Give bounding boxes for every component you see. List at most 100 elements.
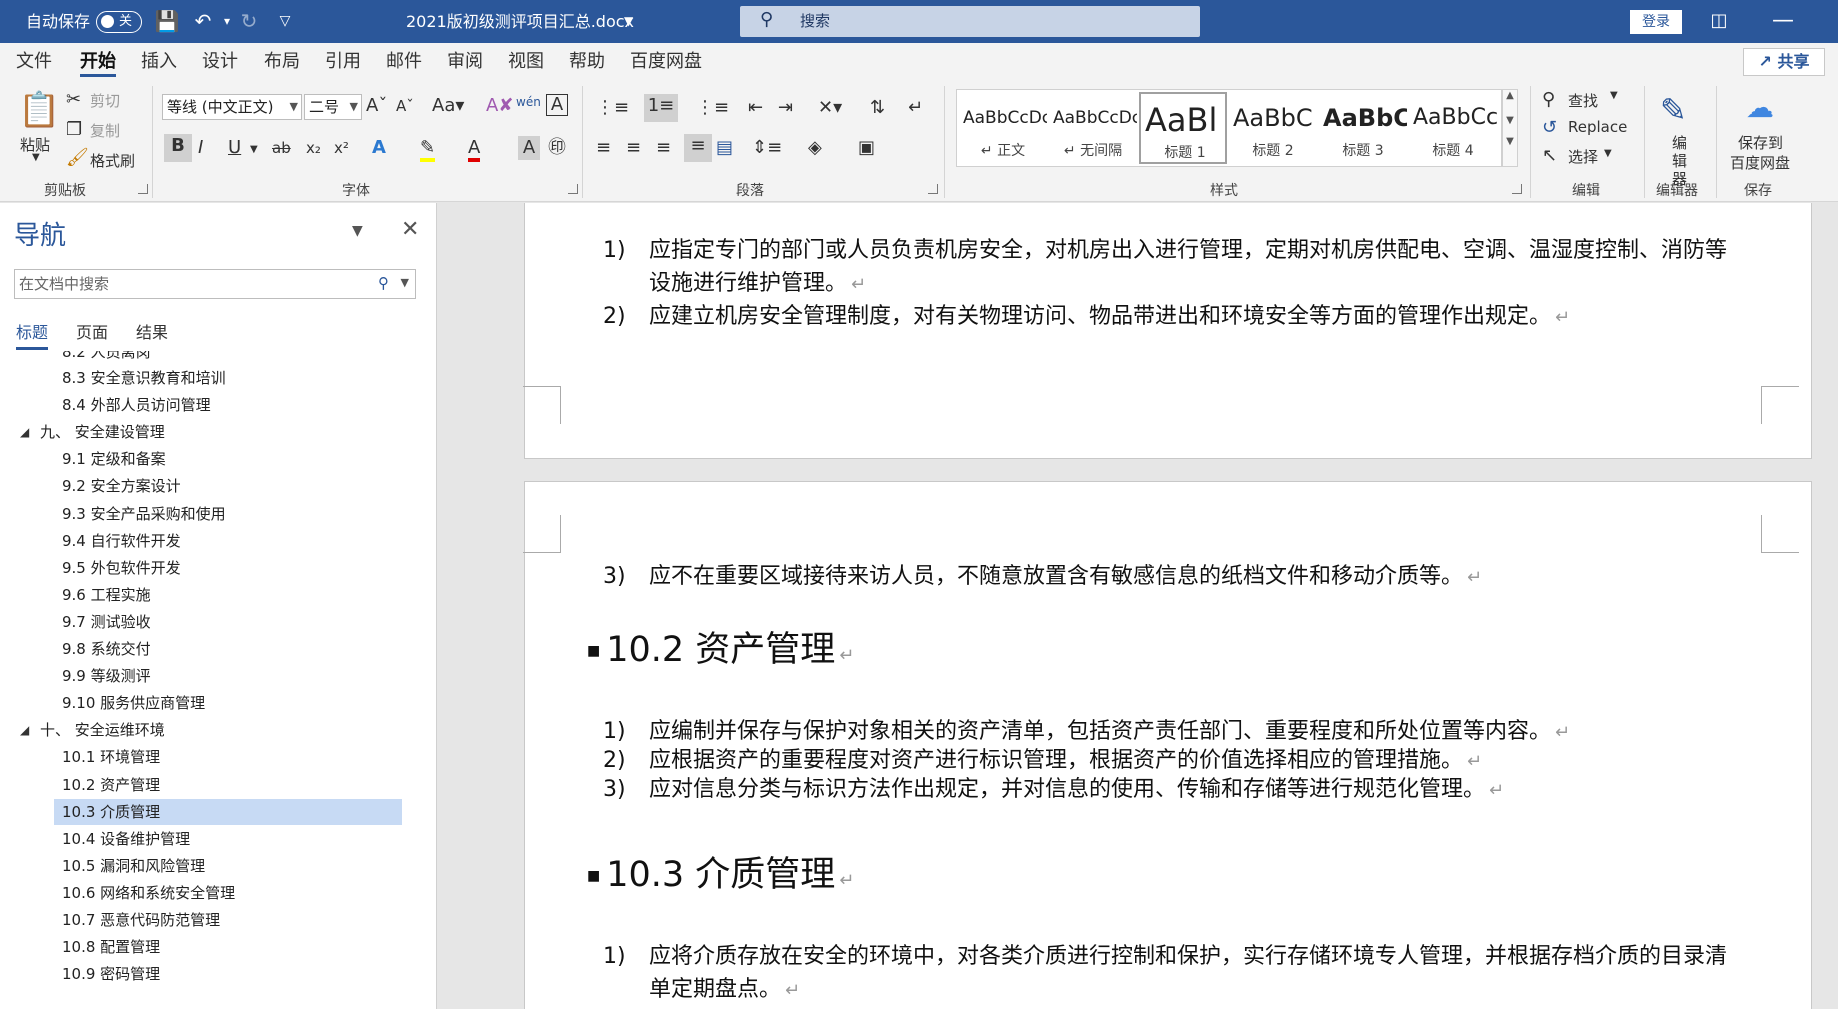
- nav-heading-level2[interactable]: 9.9 等级测评: [54, 663, 394, 689]
- replace-label[interactable]: Replace: [1568, 118, 1627, 136]
- nav-heading-level2[interactable]: 10.3 介质管理: [54, 798, 402, 825]
- scroll-down-icon[interactable]: ▼: [1503, 115, 1517, 126]
- editor-button[interactable]: ✎ 编辑器: [1652, 86, 1708, 188]
- style-heading-1[interactable]: AaBl 标题 1: [1139, 92, 1227, 164]
- increase-indent-icon[interactable]: ⇥: [778, 96, 793, 120]
- shrink-font-icon[interactable]: Aˇ: [396, 94, 414, 118]
- ribbon-display-icon[interactable]: ◫: [1706, 8, 1732, 34]
- highlight-icon[interactable]: ✎: [420, 136, 436, 162]
- bullets-icon[interactable]: ⋮≡: [596, 96, 629, 120]
- decrease-indent-icon[interactable]: ⇤: [748, 96, 763, 120]
- multilevel-list-icon[interactable]: ⋮≡: [696, 96, 729, 120]
- shading-icon[interactable]: ◈: [808, 136, 822, 160]
- select-label[interactable]: 选择: [1568, 146, 1598, 167]
- character-border-icon[interactable]: A: [546, 94, 568, 116]
- distributed-icon[interactable]: ▤: [716, 136, 733, 160]
- menu-insert[interactable]: 插入: [141, 43, 177, 80]
- chinese-layout-icon[interactable]: ✕▾: [818, 96, 842, 120]
- format-painter-label[interactable]: 格式刷: [90, 150, 135, 171]
- nav-heading-level1[interactable]: ◢ 十、 安全运维环境: [16, 717, 396, 743]
- nav-heading-level2[interactable]: 8.3 安全意识教育和培训: [54, 365, 394, 391]
- nav-heading-level2[interactable]: 10.8 配置管理: [54, 934, 394, 960]
- change-case-icon[interactable]: Aa▾: [432, 94, 464, 118]
- bold-icon[interactable]: B: [164, 134, 192, 162]
- menu-file[interactable]: 文件: [16, 43, 52, 80]
- nav-heading-level2[interactable]: 10.2 资产管理: [54, 772, 394, 798]
- tab-pages[interactable]: 页面: [76, 319, 108, 343]
- borders-icon[interactable]: ▣: [858, 136, 875, 160]
- numbering-icon[interactable]: 1≡: [644, 94, 678, 122]
- enclose-characters-icon[interactable]: ㊞: [548, 136, 566, 160]
- select-icon[interactable]: ↖: [1542, 144, 1557, 168]
- more-styles-icon[interactable]: ▼: [1503, 136, 1517, 147]
- style-normal[interactable]: AaBbCcDc ↵ 正文: [959, 92, 1047, 164]
- menu-mailings[interactable]: 邮件: [386, 43, 422, 80]
- find-dropdown-icon[interactable]: ▼: [1610, 90, 1618, 101]
- styles-scrollbar[interactable]: ▲ ▼ ▼: [1502, 89, 1518, 167]
- chevron-down-icon[interactable]: ▼: [401, 276, 409, 289]
- document-title[interactable]: 2021版初级测评项目汇总.docx: [406, 0, 634, 43]
- cut-icon[interactable]: ✂: [66, 88, 81, 112]
- align-left-icon[interactable]: ≡: [596, 136, 611, 160]
- copy-icon[interactable]: ❐: [66, 118, 82, 142]
- nav-heading-level2[interactable]: 9.5 外包软件开发: [54, 555, 394, 581]
- superscript-icon[interactable]: x²: [334, 136, 349, 160]
- sort-icon[interactable]: ⇅: [870, 96, 885, 120]
- nav-heading-level2[interactable]: 10.9 密码管理: [54, 961, 394, 987]
- underline-icon[interactable]: U: [228, 136, 241, 160]
- align-right-icon[interactable]: ≡: [656, 136, 671, 160]
- cut-label[interactable]: 剪切: [90, 90, 120, 111]
- search-icon[interactable]: ⚲: [378, 274, 389, 292]
- style-no-spacing[interactable]: AaBbCcDc ↵ 无间隔: [1049, 92, 1137, 164]
- phonetic-guide-icon[interactable]: wén: [516, 90, 541, 114]
- character-shading-icon[interactable]: A: [518, 136, 540, 160]
- find-label[interactable]: 查找: [1568, 90, 1598, 111]
- scroll-up-icon[interactable]: ▲: [1503, 90, 1517, 101]
- copy-label[interactable]: 复制: [90, 120, 120, 141]
- menu-layout[interactable]: 布局: [264, 43, 300, 80]
- menu-view[interactable]: 视图: [508, 43, 544, 80]
- format-painter-icon[interactable]: 🖌: [66, 146, 89, 170]
- nav-search-input[interactable]: 在文档中搜索 ⚲ ▼: [14, 269, 416, 299]
- nav-heading-level2[interactable]: 9.2 安全方案设计: [54, 473, 394, 499]
- nav-heading-level2[interactable]: 10.1 环境管理: [54, 744, 394, 770]
- italic-icon[interactable]: I: [198, 136, 203, 160]
- nav-heading-level2[interactable]: 10.5 漏洞和风险管理: [54, 853, 394, 879]
- menu-references[interactable]: 引用: [325, 43, 361, 80]
- nav-heading-level2[interactable]: 8.2 人员离岗: [54, 351, 394, 365]
- nav-heading-level2[interactable]: 9.6 工程实施: [54, 582, 394, 608]
- collapse-triangle-icon[interactable]: ◢: [20, 419, 29, 445]
- find-icon[interactable]: ⚲: [1542, 88, 1555, 112]
- undo-icon[interactable]: ↶: [190, 8, 216, 34]
- nav-options-icon[interactable]: ▼: [352, 223, 363, 239]
- nav-heading-level2[interactable]: 9.3 安全产品采购和使用: [54, 501, 394, 527]
- menu-home[interactable]: 开始: [80, 43, 116, 80]
- styles-launcher-icon[interactable]: [1512, 184, 1522, 194]
- paste-button[interactable]: 📋 粘贴 ▼: [12, 86, 60, 170]
- menu-baidu-netdisk[interactable]: 百度网盘: [630, 43, 702, 80]
- close-icon[interactable]: ✕: [401, 217, 419, 242]
- nav-heading-level2[interactable]: 10.4 设备维护管理: [54, 826, 394, 852]
- nav-heading-level1[interactable]: ◢ 九、 安全建设管理: [16, 419, 396, 445]
- autosave-toggle[interactable]: 关: [96, 11, 142, 33]
- menu-help[interactable]: 帮助: [569, 43, 605, 80]
- nav-heading-level2[interactable]: 10.6 网络和系统安全管理: [54, 880, 394, 906]
- nav-heading-level2[interactable]: 9.7 测试验收: [54, 609, 394, 635]
- style-heading-3[interactable]: AaBbC 标题 3: [1319, 92, 1407, 164]
- nav-heading-level2[interactable]: 9.10 服务供应商管理: [54, 690, 394, 716]
- menu-design[interactable]: 设计: [202, 43, 238, 80]
- align-center-icon[interactable]: ≡: [626, 136, 641, 160]
- redo-icon[interactable]: ↻: [236, 8, 262, 34]
- nav-heading-level2[interactable]: 9.8 系统交付: [54, 636, 394, 662]
- title-dropdown-icon[interactable]: ▼: [624, 0, 633, 43]
- text-effects-icon[interactable]: A: [372, 136, 386, 160]
- clear-formatting-icon[interactable]: A✘: [486, 94, 513, 118]
- style-heading-2[interactable]: AaBbC 标题 2: [1229, 92, 1317, 164]
- login-button[interactable]: 登录: [1630, 10, 1682, 34]
- line-spacing-icon[interactable]: ⇕≡: [752, 136, 782, 160]
- subscript-icon[interactable]: x₂: [306, 136, 321, 160]
- justify-icon[interactable]: ≡: [684, 134, 712, 162]
- select-dropdown-icon[interactable]: ▼: [1604, 148, 1612, 159]
- replace-icon[interactable]: ↺: [1542, 116, 1557, 140]
- collapse-triangle-icon[interactable]: ◢: [20, 717, 29, 743]
